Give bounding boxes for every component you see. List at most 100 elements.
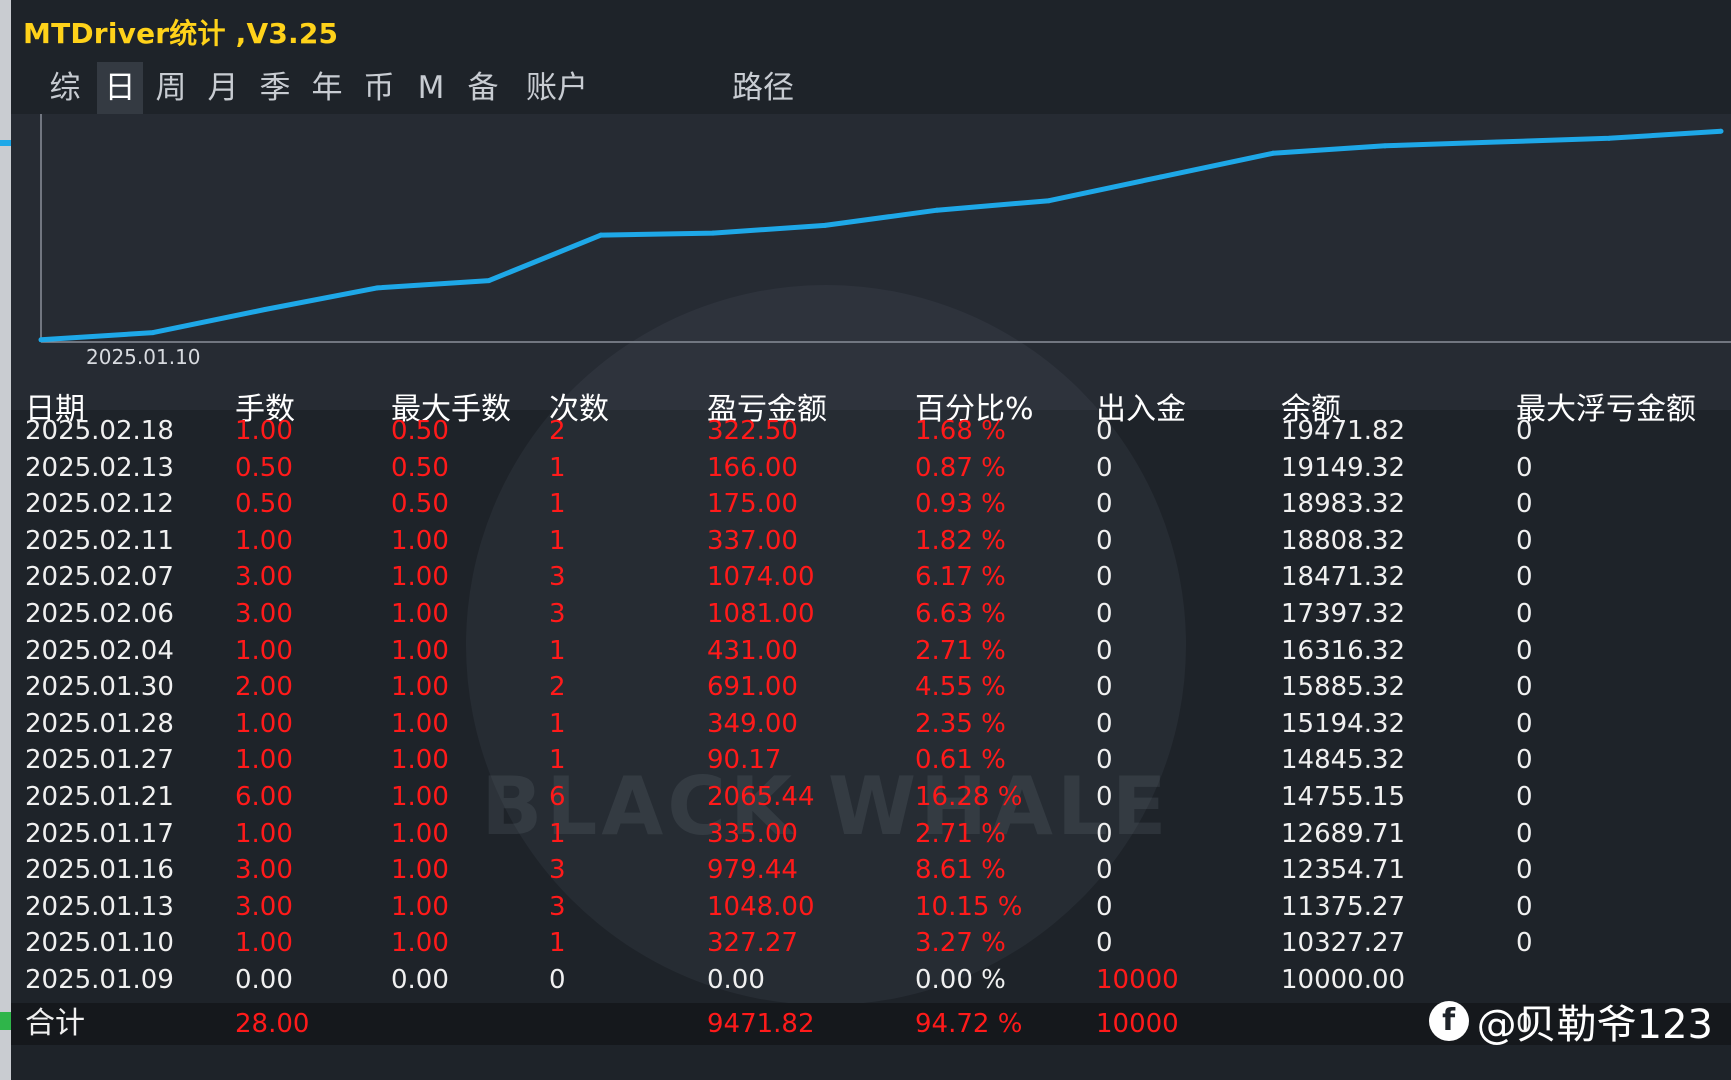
cell-col-4: 0.00 — [707, 965, 765, 995]
cell-col-4: 327.27 — [707, 928, 798, 959]
total-pct: 94.72 % — [915, 1008, 1023, 1039]
cell-col-3: 1 — [549, 489, 566, 520]
tab-8[interactable]: 备 — [463, 62, 503, 114]
cell-col-5: 2.71 % — [915, 818, 1006, 849]
tab-5[interactable]: 年 — [307, 62, 347, 114]
cell-col-4: 335.00 — [707, 818, 798, 849]
cell-col-3: 3 — [549, 599, 566, 629]
tab-7[interactable]: M — [411, 62, 451, 114]
cell-col-1: 1.00 — [235, 818, 293, 849]
cell-col-8: 0 — [1516, 782, 1533, 812]
cell-col-2: 0.50 — [391, 452, 449, 483]
cell-col-7: 14845.32 — [1281, 745, 1406, 776]
cell-col-0: 2025.01.30 — [25, 672, 174, 703]
cell-col-2: 1.00 — [391, 855, 449, 886]
equity-point — [822, 222, 828, 228]
cell-col-5: 8.61 % — [915, 855, 1006, 886]
cell-col-8: 0 — [1516, 855, 1533, 886]
cell-col-1: 3.00 — [235, 599, 293, 629]
cell-col-6: 10000 — [1096, 965, 1179, 995]
cell-col-3: 1 — [549, 452, 566, 483]
cell-col-7: 15194.32 — [1281, 708, 1406, 739]
cell-col-8: 0 — [1516, 452, 1533, 483]
cell-col-7: 12354.71 — [1281, 855, 1406, 886]
cell-col-1: 1.00 — [235, 708, 293, 739]
equity-chart-svg: 2025.01.10 — [38, 114, 1731, 369]
cell-col-4: 90.17 — [707, 745, 782, 776]
cell-col-6: 0 — [1096, 672, 1113, 703]
cell-col-8: 0 — [1516, 745, 1533, 776]
stats-window: MTDriver统计 ,V3.25 综日周月季年币 M 备账户 路径 2025.01.… — [11, 0, 1731, 1080]
cell-col-7: 17397.32 — [1281, 599, 1406, 629]
cell-col-0: 2025.01.27 — [25, 745, 174, 776]
table-row: 2025.02.07 3.00 1.00 3 1074.00 6.17 % 0 18471.3… — [11, 559, 1731, 595]
tab-4[interactable]: 季 — [255, 62, 295, 114]
cell-col-5: 0.00 % — [915, 965, 1006, 995]
cell-col-2: 1.00 — [391, 599, 449, 629]
cell-col-5: 16.28 % — [915, 782, 1023, 812]
cell-col-7: 18983.32 — [1281, 489, 1406, 520]
tab-0[interactable]: 综 — [45, 62, 85, 114]
total-pnl: 9471.82 — [707, 1008, 815, 1039]
cell-col-2: 1.00 — [391, 745, 449, 776]
tab-3[interactable]: 月 — [203, 62, 243, 114]
cell-col-8: 0 — [1516, 599, 1533, 629]
cell-col-4: 175.00 — [707, 489, 798, 520]
credit-text: @贝勒爷123 — [1476, 1002, 1713, 1048]
tab-2[interactable]: 周 — [151, 62, 191, 114]
equity-point — [710, 230, 716, 236]
x-tick-label: 2025.01.10 — [86, 345, 201, 369]
cell-col-3: 3 — [549, 891, 566, 922]
table-row: 2025.01.10 1.00 1.00 1 327.27 3.27 % 0 10327.27… — [11, 925, 1731, 961]
equity-point — [1270, 150, 1276, 156]
period-tab-bar: 综日周月季年币 M 备账户 路径 — [11, 62, 1731, 114]
cell-col-4: 1074.00 — [707, 562, 815, 593]
window-title: MTDriver统计 ,V3.25 — [23, 17, 339, 50]
tab-9[interactable]: 账户 — [517, 62, 597, 114]
cell-col-1: 3.00 — [235, 562, 293, 593]
cell-col-1: 1.00 — [235, 928, 293, 959]
tab-1[interactable]: 日 — [97, 62, 143, 114]
cell-col-8: 0 — [1516, 708, 1533, 739]
cell-col-6: 0 — [1096, 635, 1113, 666]
facebook-icon: f — [1428, 1001, 1469, 1041]
cell-col-4: 166.00 — [707, 452, 798, 483]
cell-col-3: 2 — [549, 672, 566, 703]
cell-col-6: 0 — [1096, 452, 1113, 483]
cell-col-3: 1 — [549, 635, 566, 666]
cell-col-5: 10.15 % — [915, 891, 1023, 922]
equity-point — [934, 207, 940, 213]
cell-col-0: 2025.01.13 — [25, 891, 174, 922]
cell-col-7: 18808.32 — [1281, 525, 1406, 556]
cell-col-3: 1 — [549, 708, 566, 739]
cell-col-3: 3 — [549, 562, 566, 593]
cell-col-1: 3.00 — [235, 855, 293, 886]
cell-col-6: 0 — [1096, 562, 1113, 593]
cell-col-8: 0 — [1516, 818, 1533, 849]
cell-col-2: 0.50 — [391, 489, 449, 520]
equity-point — [374, 285, 380, 291]
cell-col-0: 2025.01.09 — [25, 965, 174, 995]
cell-col-5: 1.68 % — [915, 416, 1006, 446]
cell-col-5: 4.55 % — [915, 672, 1006, 703]
cell-col-2: 1.00 — [391, 525, 449, 556]
equity-point — [1382, 143, 1388, 149]
equity-point — [1718, 128, 1724, 134]
cell-col-1: 1.00 — [235, 416, 293, 446]
equity-point — [1494, 139, 1500, 145]
cell-col-5: 3.27 % — [915, 928, 1006, 959]
table-row: 2025.01.17 1.00 1.00 1 335.00 2.71 % 0 12689.71… — [11, 816, 1731, 852]
table-row: 2025.01.16 3.00 1.00 3 979.44 8.61 % 0 12354.71… — [11, 852, 1731, 888]
tab-6[interactable]: 币 — [359, 62, 399, 114]
cell-col-0: 2025.02.13 — [25, 452, 174, 483]
cell-col-8: 0 — [1516, 672, 1533, 703]
cell-col-5: 2.71 % — [915, 635, 1006, 666]
equity-chart: 2025.01.10 — [11, 114, 1731, 410]
cell-col-3: 0 — [549, 965, 566, 995]
cell-col-4: 691.00 — [707, 672, 798, 703]
cell-col-5: 0.61 % — [915, 745, 1006, 776]
cell-col-5: 1.82 % — [915, 525, 1006, 556]
tab-10[interactable]: 路径 — [723, 62, 803, 114]
cell-col-2: 1.00 — [391, 708, 449, 739]
table-row: 2025.01.13 3.00 1.00 3 1048.00 10.15 % 0 11375.… — [11, 889, 1731, 925]
